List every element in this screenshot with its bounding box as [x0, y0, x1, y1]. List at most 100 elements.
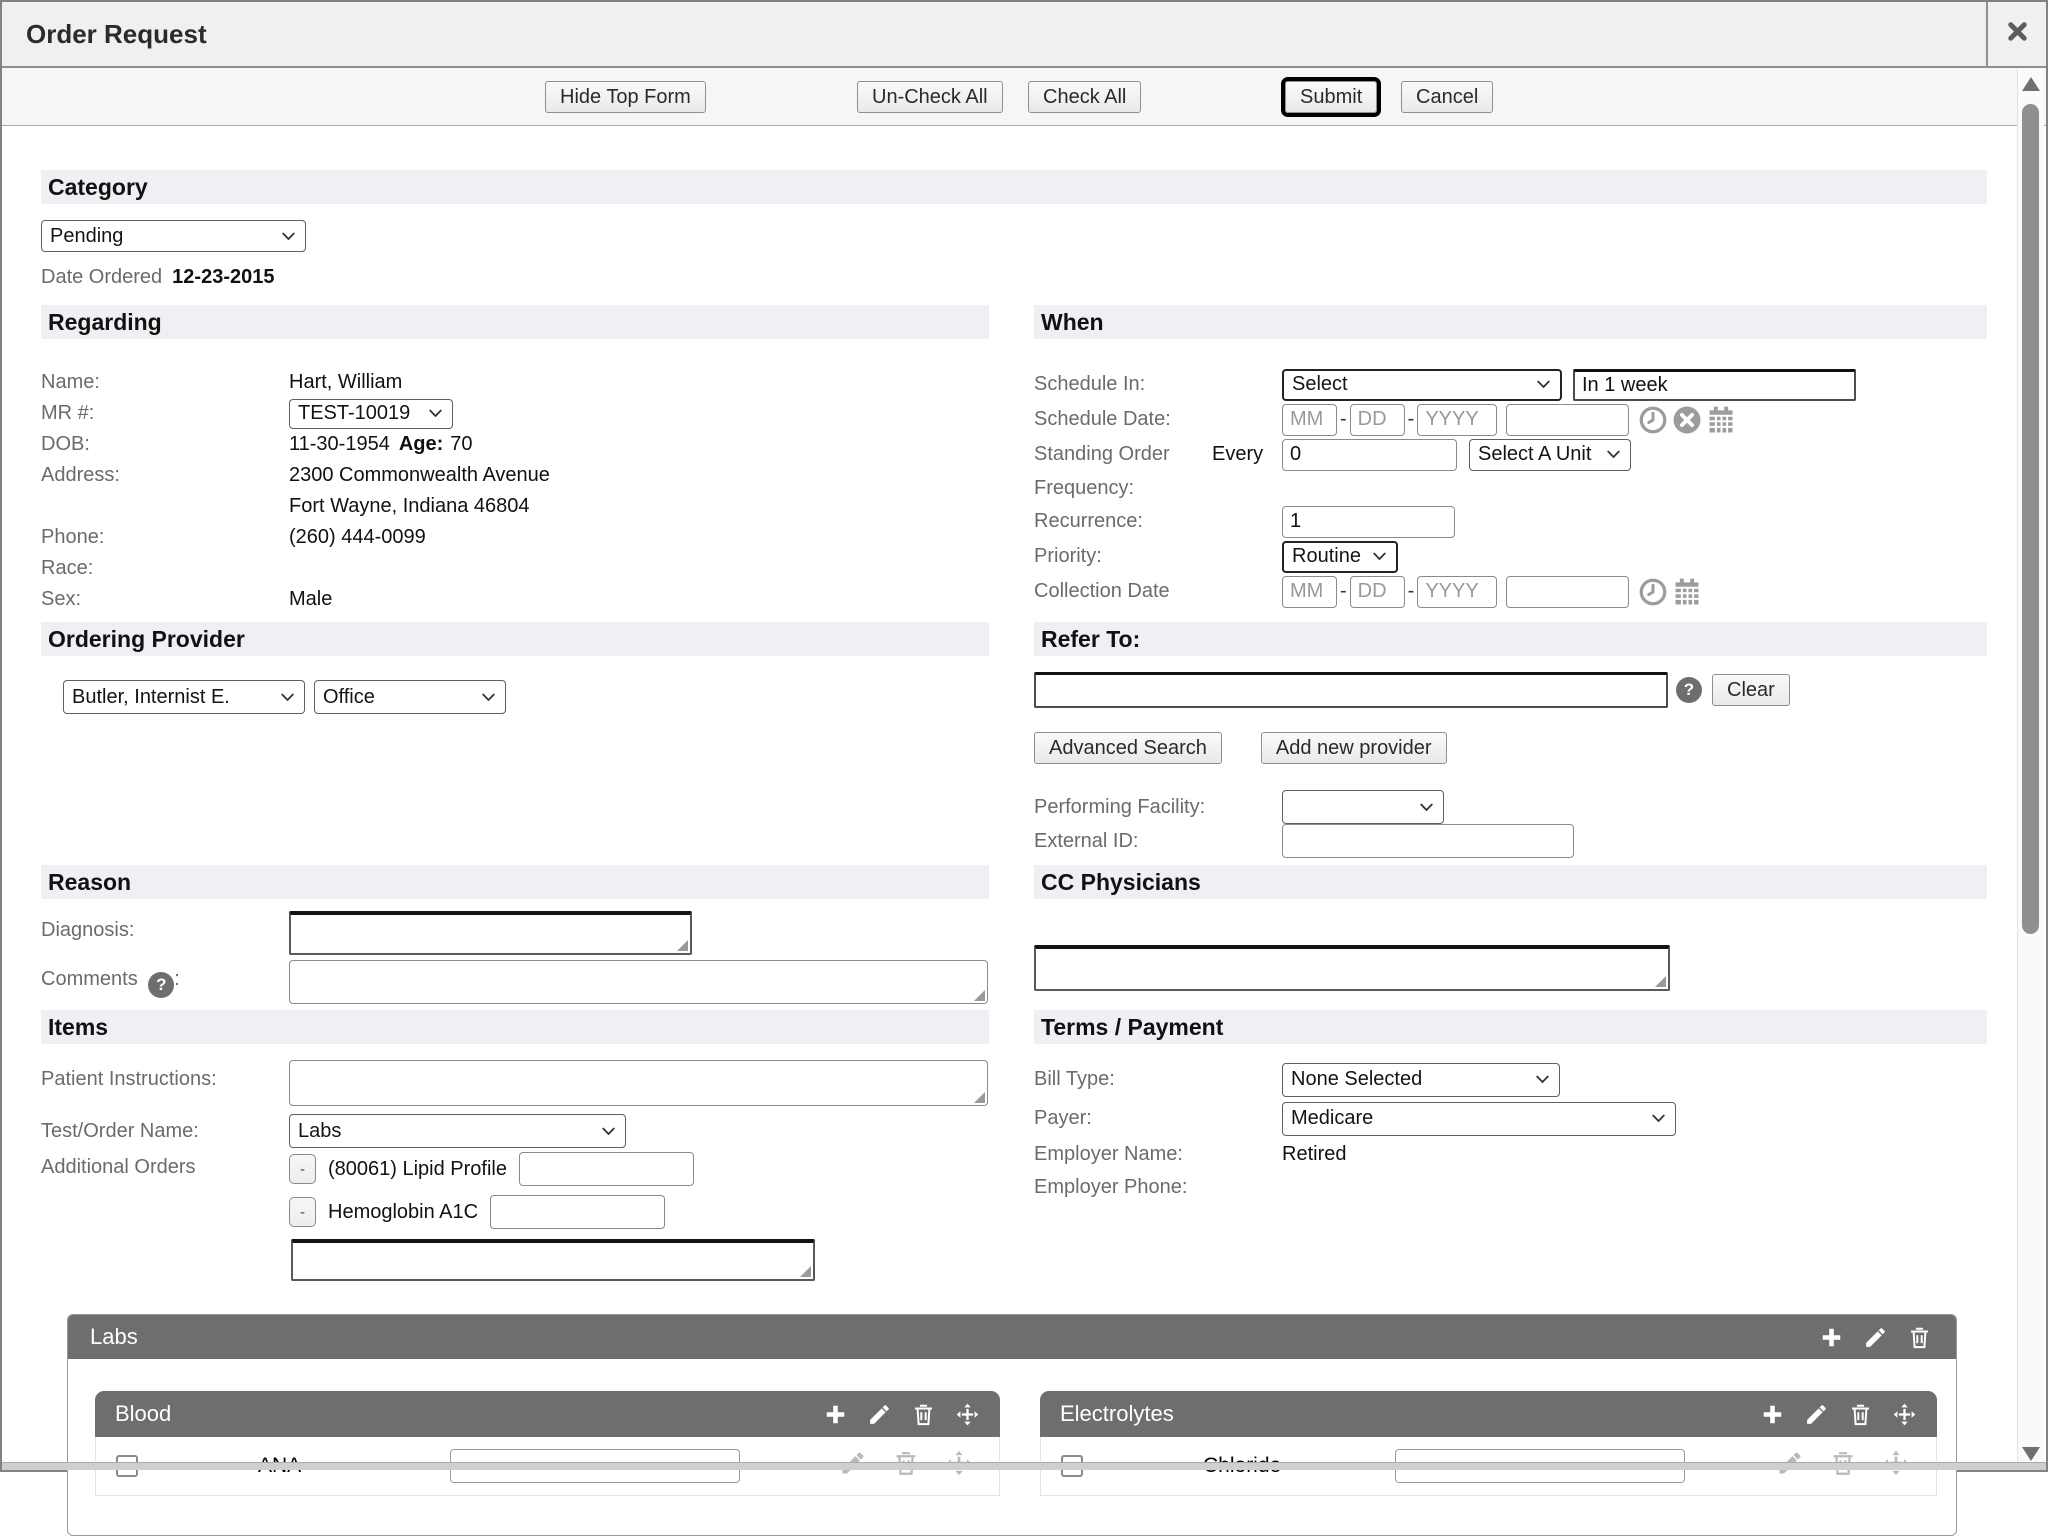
move-icon[interactable] — [1892, 1402, 1917, 1427]
lab-group-title: Blood — [115, 1401, 171, 1427]
regarding-section: Regarding Name: Hart, William MR #: TEST… — [41, 305, 989, 622]
patient-instructions-textarea[interactable] — [289, 1060, 988, 1106]
collection-date-label: Collection Date — [1034, 580, 1282, 603]
additional-order-input[interactable] — [519, 1152, 694, 1186]
recurrence-input[interactable] — [1282, 506, 1455, 538]
add-new-provider-button[interactable]: Add new provider — [1261, 732, 1447, 764]
refer-to-heading: Refer To: — [1034, 622, 1987, 656]
help-icon[interactable]: ? — [148, 972, 174, 998]
ordering-provider-section: Ordering Provider Butler, Internist E. O… — [41, 622, 989, 865]
sex-value: Male — [289, 588, 332, 611]
cancel-button[interactable]: Cancel — [1401, 81, 1493, 113]
schedule-in-window-input[interactable] — [1573, 369, 1856, 401]
diagnosis-label: Diagnosis: — [41, 911, 289, 942]
race-label: Race: — [41, 557, 289, 580]
labs-panel-header: Labs — [68, 1315, 1956, 1359]
refer-to-search-input[interactable] — [1034, 672, 1668, 708]
comments-textarea[interactable] — [289, 960, 988, 1004]
remove-order-button[interactable]: - — [289, 1154, 316, 1184]
bill-type-value: None Selected — [1291, 1068, 1422, 1091]
clock-icon[interactable] — [1638, 577, 1668, 607]
collection-date-yyyy-input[interactable] — [1417, 576, 1497, 608]
edit-icon[interactable] — [1863, 1325, 1888, 1350]
when-section-heading: When — [1034, 305, 1987, 339]
collection-time-input[interactable] — [1506, 576, 1629, 608]
category-section-heading: Category — [41, 170, 1987, 204]
add-icon[interactable] — [823, 1402, 848, 1427]
chevron-down-icon — [279, 689, 296, 706]
performing-facility-select[interactable] — [1282, 790, 1444, 824]
remove-order-button[interactable]: - — [289, 1197, 316, 1227]
priority-value: Routine — [1292, 545, 1361, 568]
schedule-date-mm-input[interactable] — [1282, 404, 1337, 436]
schedule-in-select[interactable]: Select — [1282, 369, 1562, 401]
check-all-button[interactable]: Check All — [1028, 81, 1141, 113]
ordering-provider-value: Butler, Internist E. — [72, 686, 230, 709]
calendar-icon[interactable] — [1672, 577, 1702, 607]
horizontal-scrollbar-strip[interactable] — [2, 1462, 2046, 1470]
provider-location-select[interactable]: Office — [314, 680, 506, 714]
help-icon[interactable]: ? — [1676, 677, 1702, 703]
chevron-down-icon — [1605, 446, 1622, 463]
cc-physicians-section: CC Physicians — [1034, 865, 1987, 1010]
delete-icon[interactable] — [1907, 1325, 1932, 1350]
ordering-provider-select[interactable]: Butler, Internist E. — [63, 680, 305, 714]
date-ordered-value: 12-23-2015 — [172, 266, 274, 289]
external-id-input[interactable] — [1282, 824, 1574, 858]
schedule-date-dd-input[interactable] — [1350, 404, 1405, 436]
schedule-in-value: Select — [1292, 373, 1348, 396]
lab-group-header: Electrolytes — [1040, 1391, 1937, 1437]
category-select-value: Pending — [50, 225, 123, 248]
labs-panel: Labs Blood — [67, 1314, 1957, 1536]
clock-icon[interactable] — [1638, 405, 1668, 435]
mr-number-select[interactable]: TEST-10019 — [289, 399, 453, 429]
payer-select[interactable]: Medicare — [1282, 1102, 1676, 1136]
calendar-icon[interactable] — [1706, 405, 1736, 435]
edit-icon[interactable] — [867, 1402, 892, 1427]
schedule-date-yyyy-input[interactable] — [1417, 404, 1497, 436]
terms-payment-heading: Terms / Payment — [1034, 1010, 1987, 1044]
delete-icon[interactable] — [1848, 1402, 1873, 1427]
collection-date-dd-input[interactable] — [1350, 576, 1405, 608]
move-icon[interactable] — [955, 1402, 980, 1427]
schedule-time-input[interactable] — [1506, 404, 1629, 436]
standing-order-every-input[interactable] — [1282, 439, 1457, 471]
add-order-search-textarea[interactable] — [291, 1239, 815, 1281]
diagnosis-textarea[interactable] — [289, 911, 692, 955]
reason-section: Reason Diagnosis: Comments ?: — [41, 865, 989, 1010]
category-select[interactable]: Pending — [41, 220, 306, 252]
clear-date-icon[interactable] — [1672, 405, 1702, 435]
patient-instructions-label: Patient Instructions: — [41, 1060, 289, 1091]
hide-top-form-button[interactable]: Hide Top Form — [545, 81, 706, 113]
every-label: Every — [1212, 443, 1282, 466]
mr-label: MR #: — [41, 402, 289, 425]
submit-button[interactable]: Submit — [1285, 81, 1377, 113]
priority-select[interactable]: Routine — [1282, 541, 1398, 573]
standing-order-unit-select[interactable]: Select A Unit — [1469, 439, 1631, 471]
collection-date-mm-input[interactable] — [1282, 576, 1337, 608]
phone-label: Phone: — [41, 526, 289, 549]
schedule-date-label: Schedule Date: — [1034, 408, 1282, 431]
scrollbar-thumb[interactable] — [2022, 104, 2039, 934]
test-order-name-select[interactable]: Labs — [289, 1114, 626, 1148]
refer-to-clear-button[interactable]: Clear — [1712, 674, 1790, 706]
vertical-scrollbar[interactable] — [2017, 68, 2044, 1470]
scroll-down-arrow-icon[interactable] — [2022, 1447, 2040, 1461]
add-icon[interactable] — [1819, 1325, 1844, 1350]
terms-payment-section: Terms / Payment Bill Type: None Selected… — [1034, 1010, 1987, 1310]
ordering-provider-heading: Ordering Provider — [41, 622, 989, 656]
close-button[interactable] — [1986, 2, 2046, 66]
cc-physicians-heading: CC Physicians — [1034, 865, 1987, 899]
advanced-search-button[interactable]: Advanced Search — [1034, 732, 1222, 764]
cc-physicians-textarea[interactable] — [1034, 945, 1670, 991]
edit-icon[interactable] — [1804, 1402, 1829, 1427]
scroll-up-arrow-icon[interactable] — [2022, 77, 2040, 91]
additional-order-input[interactable] — [490, 1195, 665, 1229]
bill-type-select[interactable]: None Selected — [1282, 1063, 1560, 1097]
delete-icon[interactable] — [911, 1402, 936, 1427]
labs-panel-title: Labs — [90, 1324, 138, 1350]
add-icon[interactable] — [1760, 1402, 1785, 1427]
reason-heading: Reason — [41, 865, 989, 899]
uncheck-all-button[interactable]: Un-Check All — [857, 81, 1003, 113]
when-section: When Schedule In: Select Schedule Date: … — [1034, 305, 1987, 622]
